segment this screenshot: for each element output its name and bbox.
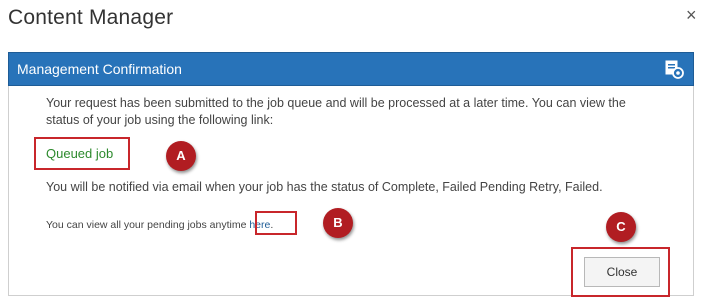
management-icon: [665, 60, 684, 79]
annotation-badge-b: B: [323, 208, 353, 238]
header-bar: Management Confirmation: [8, 52, 694, 86]
close-button[interactable]: Close: [584, 257, 660, 287]
annotation-badge-a: A: [166, 141, 196, 171]
notification-message: You will be notified via email when your…: [46, 180, 603, 194]
dialog-title: Content Manager: [8, 6, 174, 29]
here-link-highlight: [255, 211, 297, 235]
pending-jobs-message: You can view all your pending jobs anyti…: [46, 219, 273, 231]
pending-jobs-text: You can view all your pending jobs anyti…: [46, 219, 250, 231]
close-icon[interactable]: ×: [686, 6, 697, 24]
submission-message: Your request has been submitted to the j…: [46, 96, 626, 127]
queued-job-link[interactable]: Queued job: [46, 146, 113, 161]
header-title: Management Confirmation: [17, 61, 182, 77]
annotation-badge-c: C: [606, 212, 636, 242]
